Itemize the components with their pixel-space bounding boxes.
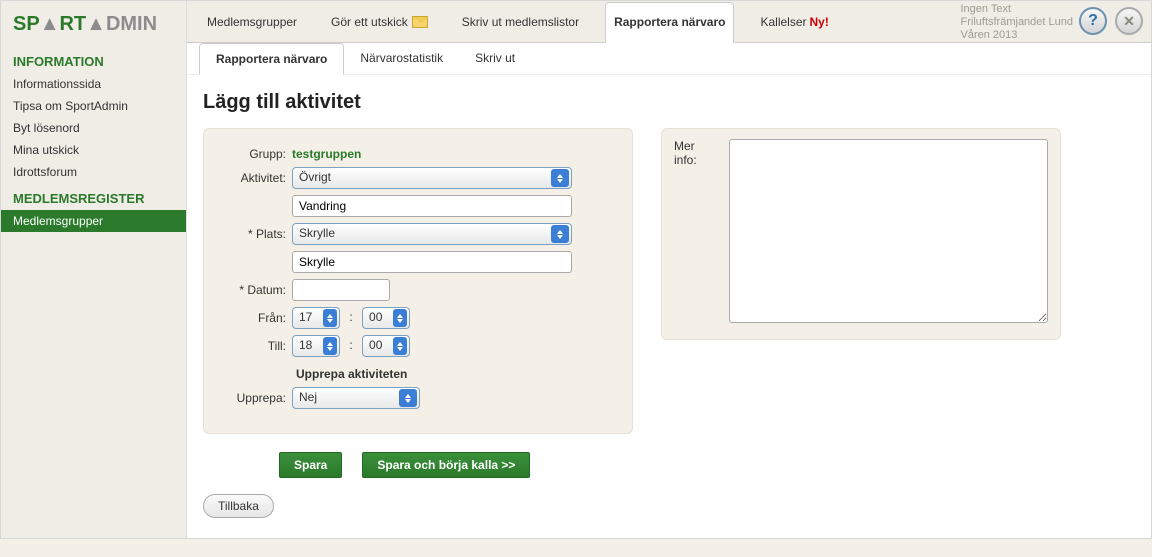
row-till: Till: 18 : 00 [220,335,616,357]
user-line2: Friluftsfrämjandet Lund [961,16,1074,29]
user-line3: Våren 2013 [961,29,1074,42]
sidebar-item-medlemsgrupper[interactable]: Medlemsgrupper [1,210,186,232]
help-button[interactable]: ? [1079,7,1107,35]
columns: Grupp: testgruppen Aktivitet: Övrigt [203,128,1135,434]
subtab-skriv-ut[interactable]: Skriv ut [459,43,531,74]
main-area: Medlemsgrupper Gör ett utskick Skriv ut … [186,1,1151,538]
datum-input[interactable] [292,279,390,301]
topnav: Medlemsgrupper Gör ett utskick Skriv ut … [199,1,837,42]
topnav-medlemsgrupper[interactable]: Medlemsgrupper [199,1,305,42]
envelope-icon [412,16,428,28]
subtab-rapportera[interactable]: Rapportera närvaro [199,43,344,75]
upprepa-label: Upprepa: [220,391,292,405]
datum-label: * Datum: [220,283,292,297]
till-label: Till: [220,339,292,353]
topnav-gor-utskick-label: Gör ett utskick [331,15,408,29]
aktivitet-select[interactable]: Övrigt [292,167,572,189]
topnav-kallelser-label: Kallelser [760,15,806,29]
fran-min-spin[interactable]: 00 [362,307,410,329]
topbar: Medlemsgrupper Gör ett utskick Skriv ut … [187,1,1151,43]
sidebar-item-byt-losenord[interactable]: Byt lösenord [1,117,186,139]
fran-min-value: 00 [369,310,382,324]
plats-label: * Plats: [220,227,292,241]
mer-info-textarea[interactable] [729,139,1048,323]
plats-select[interactable]: Skrylle [292,223,572,245]
subtabs: Rapportera närvaro Närvarostatistik Skri… [187,43,1151,75]
upprepa-select-value: Nej [299,390,317,404]
dropdown-arrows-icon [551,169,569,187]
fran-hour-value: 17 [299,310,312,324]
content: Lägg till aktivitet Grupp: testgruppen A… [187,75,1151,538]
topnav-ny-badge: Ny! [810,15,829,29]
button-row: Spara Spara och börja kalla >> [279,452,1135,478]
row-fran: Från: 17 : 00 [220,307,616,329]
user-info: Ingen Text Friluftsfrämjandet Lund Våren… [961,3,1074,43]
logo: SP▲RT▲DMIN [1,9,186,46]
aktivitet-text-input[interactable] [292,195,572,217]
form-panel: Grupp: testgruppen Aktivitet: Övrigt [203,128,633,434]
user-line1: Ingen Text [961,3,1074,16]
aktivitet-label: Aktivitet: [220,171,292,185]
dropdown-arrows-icon [551,225,569,243]
fran-label: Från: [220,311,292,325]
tillbaka-button[interactable]: Tillbaka [203,494,274,518]
topnav-rapportera[interactable]: Rapportera närvaro [605,2,734,43]
spin-arrows-icon [323,337,337,355]
spara-kalla-button[interactable]: Spara och börja kalla >> [362,452,530,478]
fran-hour-spin[interactable]: 17 [292,307,340,329]
close-icon: ✕ [1123,13,1135,30]
upprepa-heading: Upprepa aktiviteten [296,367,616,381]
dropdown-arrows-icon [399,389,417,407]
topnav-gor-utskick[interactable]: Gör ett utskick [323,1,436,42]
row-datum: * Datum: [220,279,616,301]
upprepa-select[interactable]: Nej [292,387,420,409]
row-plats-text [220,251,616,273]
till-hour-value: 18 [299,338,312,352]
sidebar-item-idrottsforum[interactable]: Idrottsforum [1,161,186,183]
mer-info-label: Mer info: [674,139,721,323]
plats-text-input[interactable] [292,251,572,273]
till-min-spin[interactable]: 00 [362,335,410,357]
help-icon: ? [1088,12,1098,30]
spin-arrows-icon [393,337,407,355]
till-min-value: 00 [369,338,382,352]
row-plats: * Plats: Skrylle [220,223,616,245]
till-hour-spin[interactable]: 18 [292,335,340,357]
sidebar-heading-information: INFORMATION [1,46,186,73]
row-aktivitet-text [220,195,616,217]
row-aktivitet: Aktivitet: Övrigt [220,167,616,189]
sidebar-item-mina-utskick[interactable]: Mina utskick [1,139,186,161]
subtab-narvarostatistik[interactable]: Närvarostatistik [344,43,459,74]
spin-arrows-icon [323,309,337,327]
spara-button[interactable]: Spara [279,452,342,478]
topnav-skriv-ut-listor[interactable]: Skriv ut medlemslistor [454,1,587,42]
grupp-label: Grupp: [220,147,292,161]
info-panel: Mer info: [661,128,1061,340]
grupp-value: testgruppen [292,147,616,161]
sidebar-heading-register: MEDLEMSREGISTER [1,183,186,210]
topnav-kallelser[interactable]: Kallelser Ny! [752,1,836,42]
sidebar: SP▲RT▲DMIN INFORMATION Informationssida … [1,1,186,538]
page-title: Lägg till aktivitet [203,91,1135,114]
sidebar-item-informationssida[interactable]: Informationssida [1,73,186,95]
row-grupp: Grupp: testgruppen [220,147,616,161]
row-upprepa: Upprepa: Nej [220,387,616,409]
close-button[interactable]: ✕ [1115,7,1143,35]
sidebar-item-tipsa[interactable]: Tipsa om SportAdmin [1,95,186,117]
aktivitet-select-value: Övrigt [299,170,331,184]
spin-arrows-icon [393,309,407,327]
plats-select-value: Skrylle [299,226,335,240]
